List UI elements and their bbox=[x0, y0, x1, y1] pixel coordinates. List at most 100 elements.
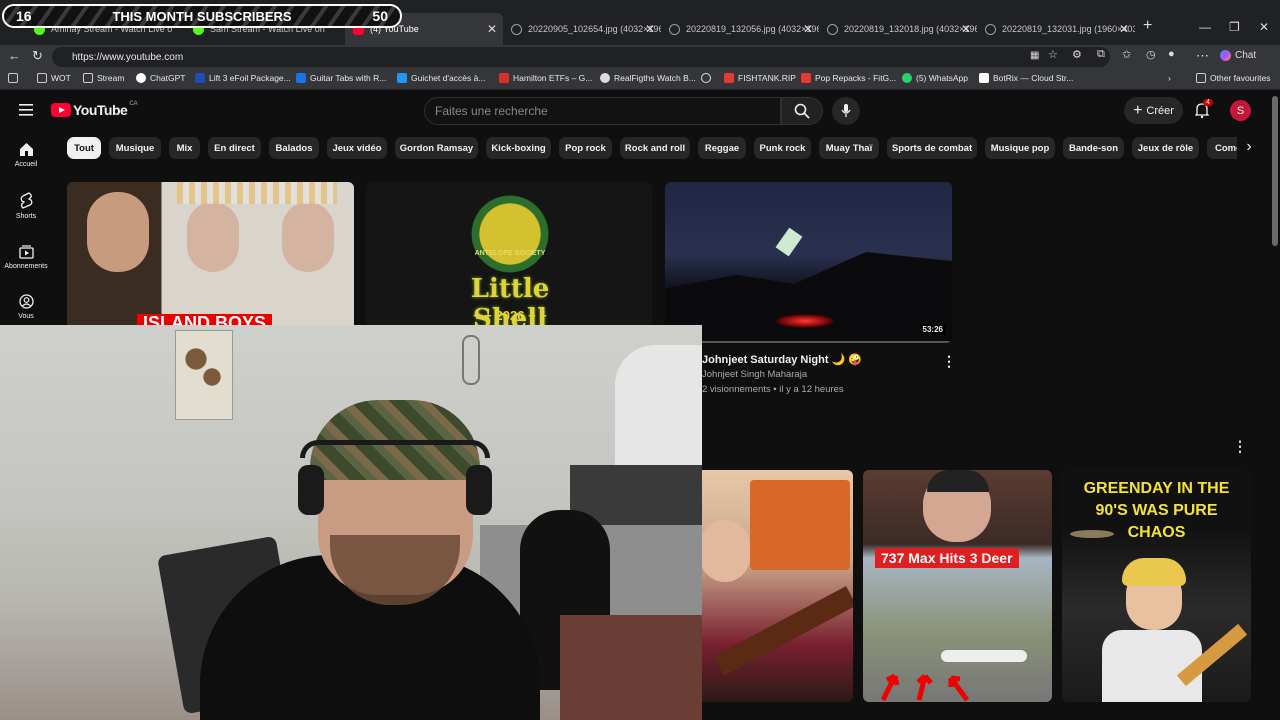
chip-en-direct[interactable]: En direct bbox=[208, 137, 261, 159]
new-tab-icon[interactable]: + bbox=[1143, 17, 1152, 35]
bookmark-guichet[interactable]: Guichet d'accès à... bbox=[397, 73, 485, 83]
bookmark-whatsapp[interactable]: (5) WhatsApp bbox=[902, 73, 968, 83]
sidebar-item-abonnements[interactable]: Abonnements bbox=[0, 244, 52, 270]
extensions-icon[interactable]: ⚙ bbox=[1072, 48, 1082, 61]
video-thumbnail-1[interactable]: ISLAND BOYS bbox=[67, 182, 354, 325]
bookmark-folder-wot[interactable]: WOT bbox=[37, 73, 71, 83]
close-tab-icon[interactable]: ✕ bbox=[487, 22, 497, 36]
profile-icon[interactable]: ● bbox=[1168, 48, 1175, 60]
more-options-icon[interactable]: ⋮ bbox=[942, 353, 956, 370]
folder-icon bbox=[37, 73, 47, 83]
youtube-wordmark: YouTube bbox=[73, 102, 128, 118]
sidebar-item-shorts[interactable]: Shorts bbox=[0, 192, 52, 220]
bookmark-chatgpt[interactable]: ChatGPT bbox=[136, 73, 185, 83]
chips-next-chevron-icon[interactable]: › bbox=[1237, 136, 1261, 160]
shorts-more-options-icon[interactable]: ⋮ bbox=[1233, 438, 1247, 455]
hamburger-menu-icon[interactable] bbox=[19, 103, 33, 121]
copilot-chat-button[interactable]: Chat bbox=[1220, 50, 1256, 61]
chip-musique-pop[interactable]: Musique pop bbox=[985, 137, 1055, 159]
bookmark-botrix[interactable]: BotRix — Cloud Str... bbox=[979, 73, 1073, 83]
tab-image-4[interactable]: 20220819_132031.jpg (1960×4032) ✕ bbox=[977, 13, 1135, 45]
tab-image-3[interactable]: 20220819_132018.jpg (4032×1960) ✕ bbox=[819, 13, 977, 45]
chip-kick-boxing[interactable]: Kick-boxing bbox=[486, 137, 551, 159]
bookmark-folder-stream[interactable]: Stream bbox=[83, 73, 124, 83]
bookmark-pop-repacks[interactable]: Pop Repacks - FitG... bbox=[801, 73, 896, 83]
chip-tout[interactable]: Tout bbox=[67, 137, 101, 159]
more-menu-icon[interactable]: ⋯ bbox=[1196, 48, 1209, 64]
short-thumbnail-1[interactable] bbox=[690, 470, 853, 702]
address-bar[interactable]: https://www.youtube.com bbox=[52, 47, 1110, 67]
video-thumbnail-2[interactable]: ANTELOPE SOCIETY Little Shell + + 2026 +… bbox=[366, 182, 652, 325]
bookmark-fishtank[interactable]: FISHTANK.RIP bbox=[724, 73, 796, 83]
close-tab-icon[interactable]: ✕ bbox=[1119, 22, 1129, 36]
sidebar-item-vous[interactable]: Vous bbox=[0, 294, 52, 320]
chip-balados[interactable]: Balados bbox=[269, 137, 319, 159]
tab-image-2[interactable]: 20220819_132056.jpg (4032×1960) ✕ bbox=[661, 13, 819, 45]
chip-bande-son[interactable]: Bande-son bbox=[1063, 137, 1124, 159]
site-icon bbox=[499, 73, 509, 83]
apps-icon[interactable]: ▦ bbox=[1030, 50, 1039, 61]
thumb-face bbox=[700, 520, 750, 582]
youtube-logo[interactable]: YouTube CA bbox=[51, 101, 138, 118]
notifications-button[interactable]: 4 bbox=[1194, 99, 1213, 123]
chip-jeux-video[interactable]: Jeux vidéo bbox=[327, 137, 387, 159]
bookmark-guitar-tabs[interactable]: Guitar Tabs with R... bbox=[296, 73, 386, 83]
site-icon bbox=[724, 73, 734, 83]
close-window-icon[interactable]: ✕ bbox=[1259, 20, 1269, 34]
site-icon bbox=[296, 73, 306, 83]
chip-mix[interactable]: Mix bbox=[169, 137, 200, 159]
chip-rock-and-roll[interactable]: Rock and roll bbox=[620, 137, 690, 159]
thumb-hair bbox=[1122, 558, 1186, 586]
chatgpt-icon bbox=[136, 73, 146, 83]
back-icon[interactable]: ← bbox=[8, 48, 21, 63]
close-tab-icon[interactable]: ✕ bbox=[645, 22, 655, 36]
globe-icon bbox=[511, 23, 522, 35]
chip-reggae[interactable]: Reggae bbox=[698, 137, 746, 159]
goal-title: THIS MONTH SUBSCRIBERS bbox=[112, 8, 292, 24]
video-thumbnail-3[interactable]: 53:26 bbox=[665, 182, 952, 343]
sidebar-item-accueil[interactable]: Accueil bbox=[0, 142, 52, 168]
chip-punk-rock[interactable]: Punk rock bbox=[754, 137, 811, 159]
tab-image-1[interactable]: 20220905_102654.jpg (4032×1960) ✕ bbox=[503, 13, 661, 45]
chevron-right-icon[interactable]: › bbox=[1168, 73, 1171, 83]
chip-sports-de-combat[interactable]: Sports de combat bbox=[887, 137, 977, 159]
search-button[interactable] bbox=[781, 97, 823, 125]
bookmark-lift[interactable]: Lift 3 eFoil Package... bbox=[195, 73, 291, 83]
thumb-red-light bbox=[775, 314, 835, 328]
bookmark-globe[interactable] bbox=[701, 73, 715, 83]
split-screen-icon[interactable]: ⧉ bbox=[1097, 48, 1105, 61]
avatar[interactable]: S bbox=[1230, 100, 1251, 121]
chip-gordon-ramsay[interactable]: Gordon Ramsay bbox=[395, 137, 478, 159]
chip-musique[interactable]: Musique bbox=[109, 137, 161, 159]
video-title[interactable]: Johnjeet Saturday Night 🌙 🤪 bbox=[702, 353, 862, 366]
channel-name[interactable]: Johnjeet Singh Maharaja bbox=[702, 369, 807, 380]
thumb-face bbox=[282, 202, 334, 272]
minimize-icon[interactable]: — bbox=[1199, 20, 1211, 34]
home-icon bbox=[19, 143, 33, 156]
short-thumbnail-2[interactable]: 737 Max Hits 3 Deer bbox=[863, 470, 1052, 702]
folder-icon bbox=[1196, 73, 1206, 83]
other-favourites-folder[interactable]: Other favourites bbox=[1196, 73, 1270, 83]
reload-icon[interactable]: ↻ bbox=[32, 48, 43, 64]
voice-search-button[interactable] bbox=[832, 97, 860, 125]
scrollbar-thumb[interactable] bbox=[1272, 96, 1278, 246]
search-input[interactable]: Faites une recherche bbox=[424, 97, 781, 125]
thumb-hills bbox=[665, 252, 952, 343]
reading-icon[interactable] bbox=[8, 73, 22, 83]
chip-comedie[interactable]: Comé bbox=[1207, 137, 1241, 159]
page-scrollbar[interactable] bbox=[1270, 90, 1280, 720]
bookmark-hamilton[interactable]: Hamilton ETFs – G... bbox=[499, 73, 592, 83]
favorites-icon[interactable]: ✩ bbox=[1122, 48, 1131, 61]
close-tab-icon[interactable]: ✕ bbox=[961, 22, 971, 36]
chip-jeux-de-role[interactable]: Jeux de rôle bbox=[1132, 137, 1199, 159]
history-icon[interactable]: ◷ bbox=[1146, 48, 1156, 61]
bookmark-realfights[interactable]: RealFigths Watch B... bbox=[600, 73, 696, 83]
favorite-star-icon[interactable]: ☆ bbox=[1048, 48, 1058, 61]
maximize-icon[interactable]: ❐ bbox=[1229, 20, 1240, 34]
close-tab-icon[interactable]: ✕ bbox=[803, 22, 813, 36]
short-thumbnail-3[interactable]: GREENDAY IN THE 90'S WAS PURE CHAOS bbox=[1062, 470, 1251, 702]
chip-pop-rock[interactable]: Pop rock bbox=[559, 137, 612, 159]
chip-muay-thai[interactable]: Muay Thaï bbox=[819, 137, 879, 159]
duration-badge: 53:26 bbox=[919, 324, 946, 335]
create-button[interactable]: + Créer bbox=[1124, 97, 1183, 124]
